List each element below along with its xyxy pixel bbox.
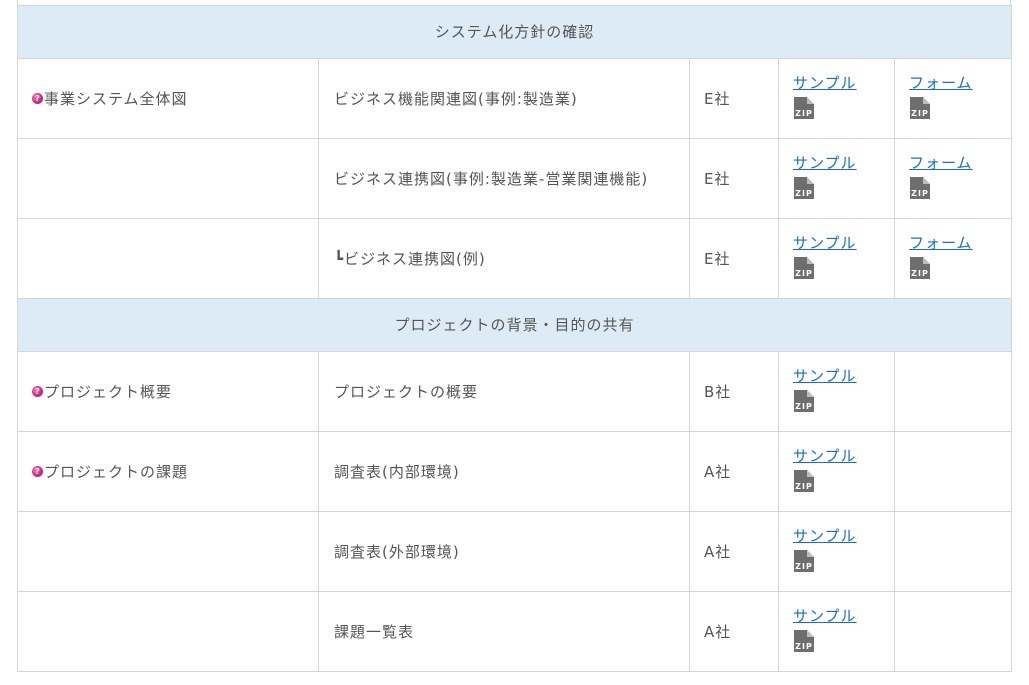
zip-file-icon[interactable]: ZIP	[793, 549, 815, 573]
sample-link[interactable]: サンプル	[793, 606, 880, 626]
section-header-row: システム化方針の確認	[16, 5, 1013, 59]
zip-file-icon[interactable]: ZIP	[793, 629, 815, 653]
company-name: E社	[689, 58, 779, 139]
document-name: 課題一覧表	[318, 591, 690, 672]
form-cell: フォーム ZIP	[893, 138, 1013, 219]
sample-link[interactable]: サンプル	[793, 526, 880, 546]
section-title: プロジェクトの背景・目的の共有	[16, 298, 1013, 352]
category-cell: ? 事業システム全体図	[17, 58, 319, 139]
question-circle-icon[interactable]: ?	[32, 385, 43, 397]
form-link[interactable]: フォーム	[909, 73, 997, 93]
sample-cell: サンプル ZIP	[778, 218, 895, 299]
category-cell	[17, 511, 319, 592]
zip-label: ZIP	[911, 109, 929, 118]
zip-file-icon[interactable]: ZIP	[793, 256, 815, 280]
sample-link[interactable]: サンプル	[793, 233, 880, 253]
zip-file-icon[interactable]: ZIP	[793, 389, 815, 413]
document-name: ビジネス連携図(事例:製造業-営業関連機能)	[318, 138, 690, 219]
section-title: システム化方針の確認	[16, 5, 1013, 59]
zip-file-icon[interactable]: ZIP	[909, 256, 931, 280]
form-cell	[893, 591, 1013, 672]
table-body: システム化方針の確認? 事業システム全体図 ビジネス機能関連図(事例:製造業) E社サ…	[16, 5, 1013, 672]
sample-cell: サンプル ZIP	[778, 511, 895, 592]
sample-cell: サンプル ZIP	[778, 138, 895, 219]
zip-label: ZIP	[795, 562, 813, 571]
zip-file-icon[interactable]: ZIP	[793, 176, 815, 200]
document-name: 調査表(外部環境)	[318, 511, 690, 592]
table-row: ? プロジェクトの課題 調査表(内部環境) A社 サンプル ZIP	[17, 431, 1013, 512]
form-cell	[893, 511, 1013, 592]
zip-label: ZIP	[795, 482, 813, 491]
sample-cell: サンプル ZIP	[778, 591, 895, 672]
sample-link[interactable]: サンプル	[793, 446, 880, 466]
table-row: ┗ビジネス連携図(例) E社 サンプル ZIP フォーム ZIP	[17, 218, 1013, 299]
table-row: ビジネス連携図(事例:製造業-営業関連機能) E社 サンプル ZIP フォーム ZI…	[17, 138, 1013, 219]
zip-label: ZIP	[795, 642, 813, 651]
company-name: E社	[689, 138, 779, 219]
document-table: システム化方針の確認? 事業システム全体図 ビジネス機能関連図(事例:製造業) E社サ…	[16, 5, 1013, 672]
form-cell	[893, 351, 1013, 432]
company-name: A社	[689, 431, 779, 512]
sample-cell: サンプル ZIP	[778, 351, 895, 432]
zip-label: ZIP	[795, 269, 813, 278]
zip-file-icon[interactable]: ZIP	[909, 176, 931, 200]
table-row: 課題一覧表 A社 サンプル ZIP	[17, 591, 1013, 672]
form-cell: フォーム ZIP	[893, 218, 1013, 299]
category-cell: ? プロジェクトの課題	[17, 431, 319, 512]
zip-label: ZIP	[795, 109, 813, 118]
zip-file-icon[interactable]: ZIP	[909, 96, 931, 120]
form-cell: フォーム ZIP	[893, 58, 1013, 139]
page: システム化方針の確認? 事業システム全体図 ビジネス機能関連図(事例:製造業) E社サ…	[0, 0, 1029, 685]
section-header-row: プロジェクトの背景・目的の共有	[16, 298, 1013, 352]
category-label: プロジェクト概要	[44, 382, 173, 401]
zip-label: ZIP	[911, 189, 929, 198]
company-name: E社	[689, 218, 779, 299]
document-name: ┗ビジネス連携図(例)	[318, 218, 690, 299]
zip-label: ZIP	[911, 269, 929, 278]
table-row: ? プロジェクト概要 プロジェクトの概要 B社 サンプル ZIP	[17, 351, 1013, 432]
document-name: ビジネス機能関連図(事例:製造業)	[318, 58, 690, 139]
company-name: B社	[689, 351, 779, 432]
form-link[interactable]: フォーム	[909, 233, 997, 253]
table-row: 調査表(外部環境) A社 サンプル ZIP	[17, 511, 1013, 592]
company-name: A社	[689, 591, 779, 672]
sample-link[interactable]: サンプル	[793, 366, 880, 386]
company-name: A社	[689, 511, 779, 592]
form-link[interactable]: フォーム	[909, 153, 997, 173]
category-label: 事業システム全体図	[44, 89, 188, 108]
document-name: プロジェクトの概要	[318, 351, 690, 432]
form-cell	[893, 431, 1013, 512]
zip-label: ZIP	[795, 189, 813, 198]
document-name: 調査表(内部環境)	[318, 431, 690, 512]
sample-cell: サンプル ZIP	[778, 431, 895, 512]
category-cell	[17, 138, 319, 219]
sample-cell: サンプル ZIP	[778, 58, 895, 139]
question-circle-icon[interactable]: ?	[32, 92, 43, 104]
category-cell	[17, 591, 319, 672]
question-circle-icon[interactable]: ?	[32, 465, 43, 477]
zip-file-icon[interactable]: ZIP	[793, 96, 815, 120]
category-cell: ? プロジェクト概要	[17, 351, 319, 432]
category-cell	[17, 218, 319, 299]
zip-label: ZIP	[795, 402, 813, 411]
table-row: ? 事業システム全体図 ビジネス機能関連図(事例:製造業) E社 サンプル ZIP フォ…	[17, 58, 1013, 139]
sample-link[interactable]: サンプル	[793, 73, 880, 93]
zip-file-icon[interactable]: ZIP	[793, 469, 815, 493]
sample-link[interactable]: サンプル	[793, 153, 880, 173]
category-label: プロジェクトの課題	[44, 462, 189, 481]
